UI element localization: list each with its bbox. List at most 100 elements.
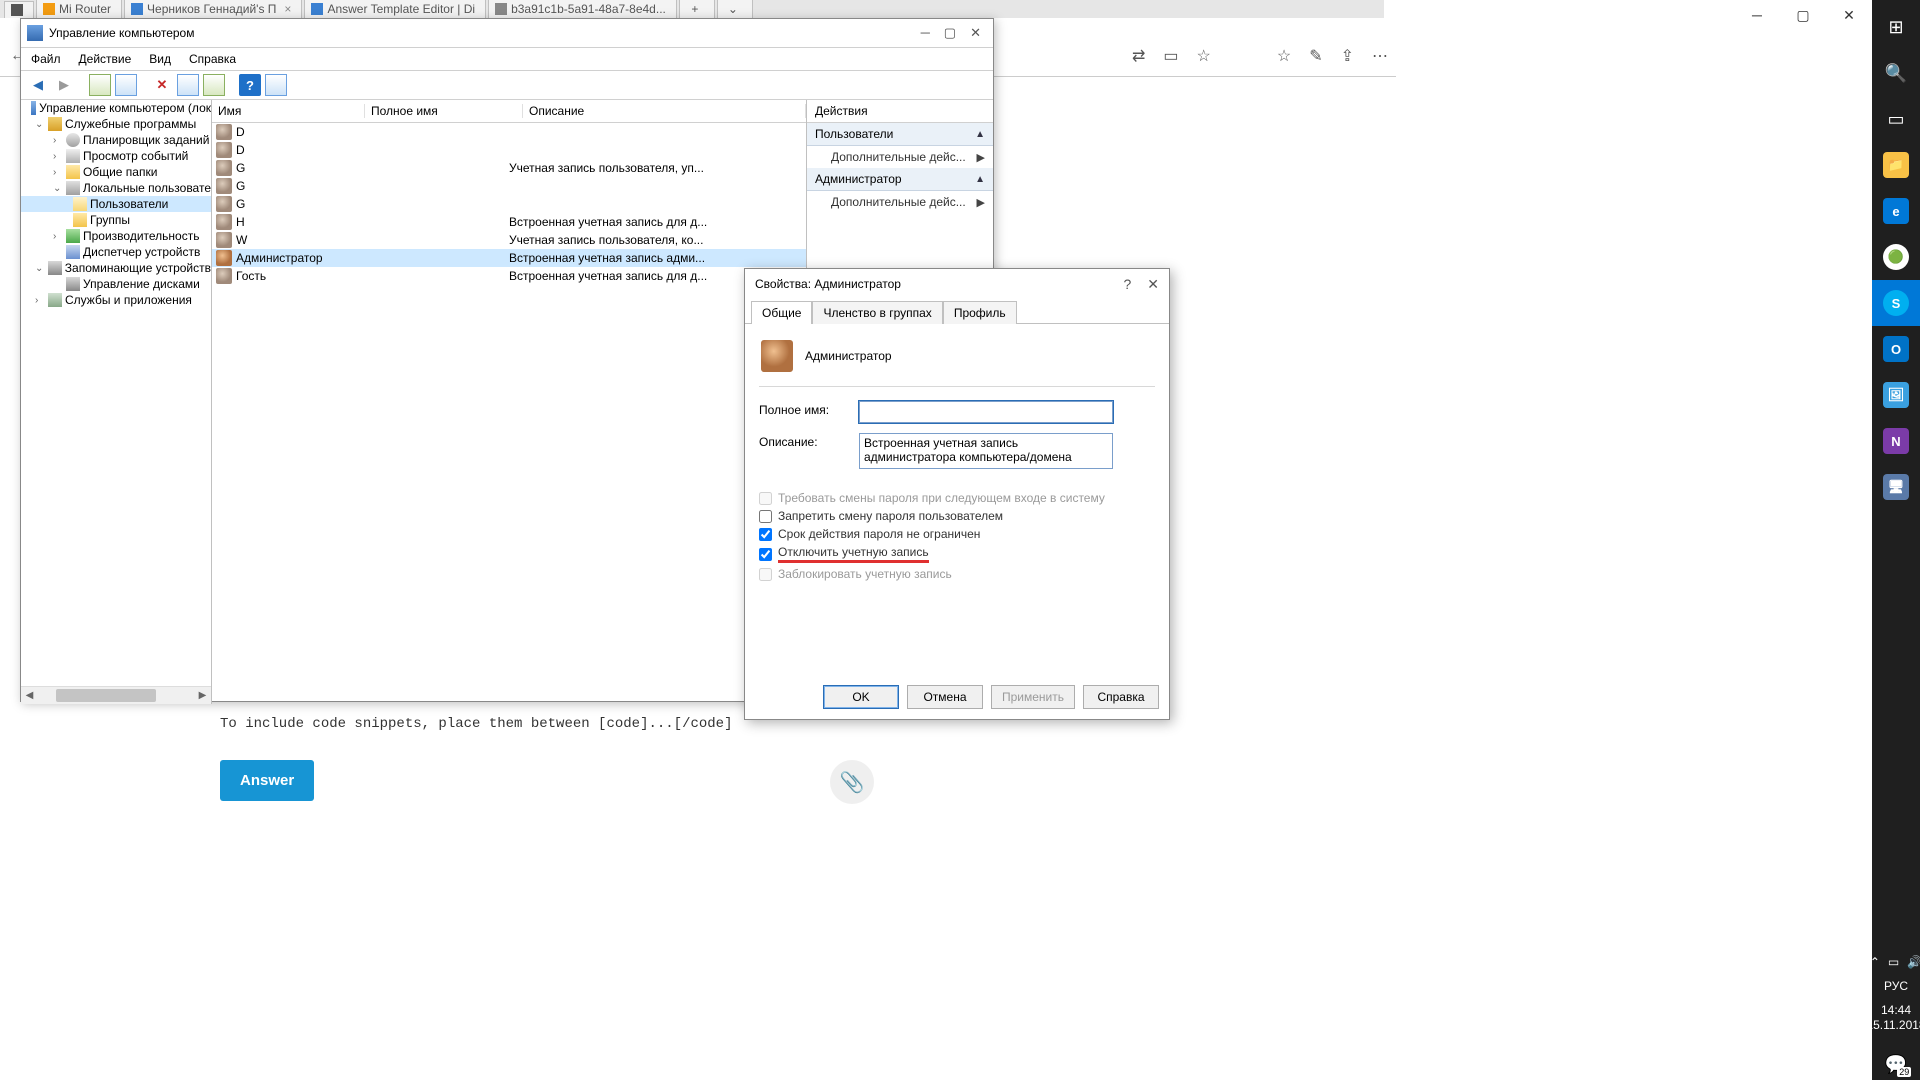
properties-icon[interactable] <box>115 74 137 96</box>
actions-more[interactable]: Дополнительные дейс...▶ <box>807 146 993 168</box>
taskbar-app-chrome[interactable]: 🟢 <box>1872 234 1920 280</box>
language-indicator[interactable]: РУС <box>1866 979 1920 995</box>
translate-icon[interactable]: ⇄ <box>1132 46 1145 66</box>
tree-item[interactable]: ›Планировщик заданий <box>21 132 211 148</box>
actions-section-users[interactable]: Пользователи▲ <box>807 123 993 146</box>
refresh-icon[interactable] <box>177 74 199 96</box>
checkbox-cannot-change-pw[interactable]: Запретить смену пароля пользователем <box>759 509 1155 523</box>
user-row[interactable]: D <box>212 141 806 159</box>
tray-icons[interactable]: ⌃▭🔊 <box>1870 951 1920 973</box>
export-icon[interactable] <box>203 74 225 96</box>
help-button[interactable]: Справка <box>1083 685 1159 709</box>
cancel-button[interactable]: Отмена <box>907 685 983 709</box>
star-icon[interactable]: ☆ <box>1197 46 1211 66</box>
user-row[interactable]: HВстроенная учетная запись для д... <box>212 213 806 231</box>
user-row[interactable]: D <box>212 123 806 141</box>
user-row[interactable]: G <box>212 195 806 213</box>
taskbar-app-outlook[interactable]: O <box>1872 326 1920 372</box>
taskbar-app-mmc[interactable]: 🖥 <box>1872 464 1920 510</box>
help-icon[interactable]: ? <box>239 74 261 96</box>
col-name[interactable]: Имя <box>212 104 365 118</box>
actions-more[interactable]: Дополнительные дейс...▶ <box>807 191 993 213</box>
minimize-button[interactable]: ─ <box>921 25 930 41</box>
new-tab-button[interactable]: + <box>679 0 715 18</box>
close-icon[interactable]: × <box>284 2 291 16</box>
help-icon[interactable]: ? <box>1123 276 1131 293</box>
menu-file[interactable]: Файл <box>31 52 61 66</box>
browser-tab[interactable]: Mi Router <box>36 0 122 18</box>
attach-button[interactable]: 📎 <box>830 760 874 804</box>
settings-icon[interactable]: ⋯ <box>1372 46 1388 66</box>
user-row[interactable]: WУчетная запись пользователя, ко... <box>212 231 806 249</box>
user-row[interactable]: ГостьВстроенная учетная запись для д... <box>212 267 806 285</box>
menu-view[interactable]: Вид <box>149 52 171 66</box>
browser-tab[interactable]: b3a91c1b-5a91-48a7-8e4d... <box>488 0 677 18</box>
tree-item[interactable]: ›Службы и приложения <box>21 292 211 308</box>
close-button[interactable]: ✕ <box>970 25 981 41</box>
list-header[interactable]: Имя Полное имя Описание <box>212 100 806 123</box>
delete-icon[interactable]: ✕ <box>151 74 173 96</box>
fullname-input[interactable] <box>859 401 1113 423</box>
checkbox-account-disabled[interactable]: Отключить учетную запись <box>759 545 1155 563</box>
browser-tab[interactable]: Answer Template Editor | Di <box>304 0 486 18</box>
minimize-button[interactable]: ─ <box>1734 0 1780 30</box>
tabs-dropdown[interactable]: ⌄ <box>717 0 753 18</box>
share-icon[interactable]: ⇪ <box>1341 46 1354 66</box>
description-input[interactable] <box>859 433 1113 469</box>
horizontal-scrollbar[interactable]: ◀▶ <box>21 686 211 704</box>
tree-item[interactable]: ⌄Локальные пользовате <box>21 180 211 196</box>
taskbar-clock[interactable]: РУС 14:44 15.11.2018 <box>1866 973 1920 1044</box>
tree-root[interactable]: Управление компьютером (лок <box>21 100 211 116</box>
forward-icon[interactable]: ▶ <box>53 74 75 96</box>
tree-item[interactable]: ⌄Служебные программы <box>21 116 211 132</box>
window-titlebar[interactable]: Управление компьютером ─ ▢ ✕ <box>21 19 993 48</box>
taskbar-app-explorer[interactable]: 📁 <box>1872 142 1920 188</box>
tab-membership[interactable]: Членство в группах <box>812 301 942 324</box>
menu-help[interactable]: Справка <box>189 52 236 66</box>
reading-list-icon[interactable]: ✎ <box>1309 46 1322 66</box>
tree-item[interactable]: Управление дисками <box>21 276 211 292</box>
tree-item-users[interactable]: Пользователи <box>21 196 211 212</box>
answer-button[interactable]: Answer <box>220 760 314 801</box>
close-button[interactable]: ✕ <box>1826 0 1872 30</box>
user-row[interactable]: GУчетная запись пользователя, уп... <box>212 159 806 177</box>
tree-item-groups[interactable]: Группы <box>21 212 211 228</box>
close-icon[interactable]: ✕ <box>1147 276 1159 293</box>
checkbox-pw-never-expires[interactable]: Срок действия пароля не ограничен <box>759 527 1155 541</box>
reading-view-icon[interactable]: ▭ <box>1163 46 1178 66</box>
maximize-button[interactable]: ▢ <box>1780 0 1826 30</box>
chevron-up-icon: ⌃ <box>1870 955 1880 969</box>
favorites-icon[interactable]: ☆ <box>1277 46 1291 66</box>
browser-tab[interactable]: Черников Геннадий's П× <box>124 0 302 18</box>
taskbar-app-skype[interactable]: S <box>1872 280 1920 326</box>
apply-button[interactable]: Применить <box>991 685 1075 709</box>
ok-button[interactable]: OK <box>823 685 899 709</box>
action-center-button[interactable]: 💬29 <box>1872 1044 1920 1080</box>
task-view-button[interactable]: ▭ <box>1872 96 1920 142</box>
back-icon[interactable]: ◀ <box>27 74 49 96</box>
user-row[interactable]: АдминистраторВстроенная учетная запись а… <box>212 249 806 267</box>
tree-item[interactable]: ›Производительность <box>21 228 211 244</box>
dialog-titlebar[interactable]: Свойства: Администратор ? ✕ <box>745 269 1169 299</box>
user-row[interactable]: G <box>212 177 806 195</box>
taskbar-app-edge[interactable]: e <box>1872 188 1920 234</box>
tab-general[interactable]: Общие <box>751 301 812 324</box>
taskbar-app-onenote[interactable]: N <box>1872 418 1920 464</box>
col-fullname[interactable]: Полное имя <box>365 104 523 118</box>
taskbar-app-photos[interactable]: 🖼 <box>1872 372 1920 418</box>
search-button[interactable]: 🔍 <box>1872 50 1920 96</box>
user-icon <box>216 196 232 212</box>
start-button[interactable]: ⊞ <box>1872 4 1920 50</box>
maximize-button[interactable]: ▢ <box>944 25 956 41</box>
print-tab[interactable] <box>4 1 34 18</box>
actions-section-admin[interactable]: Администратор▲ <box>807 168 993 191</box>
col-description[interactable]: Описание <box>523 104 806 118</box>
tree-item[interactable]: ›Просмотр событий <box>21 148 211 164</box>
tree-item[interactable]: Диспетчер устройств <box>21 244 211 260</box>
tree-item[interactable]: ⌄Запоминающие устройств <box>21 260 211 276</box>
tree-item[interactable]: ›Общие папки <box>21 164 211 180</box>
menu-action[interactable]: Действие <box>79 52 132 66</box>
view-icon[interactable] <box>265 74 287 96</box>
up-icon[interactable] <box>89 74 111 96</box>
tab-profile[interactable]: Профиль <box>943 301 1017 324</box>
